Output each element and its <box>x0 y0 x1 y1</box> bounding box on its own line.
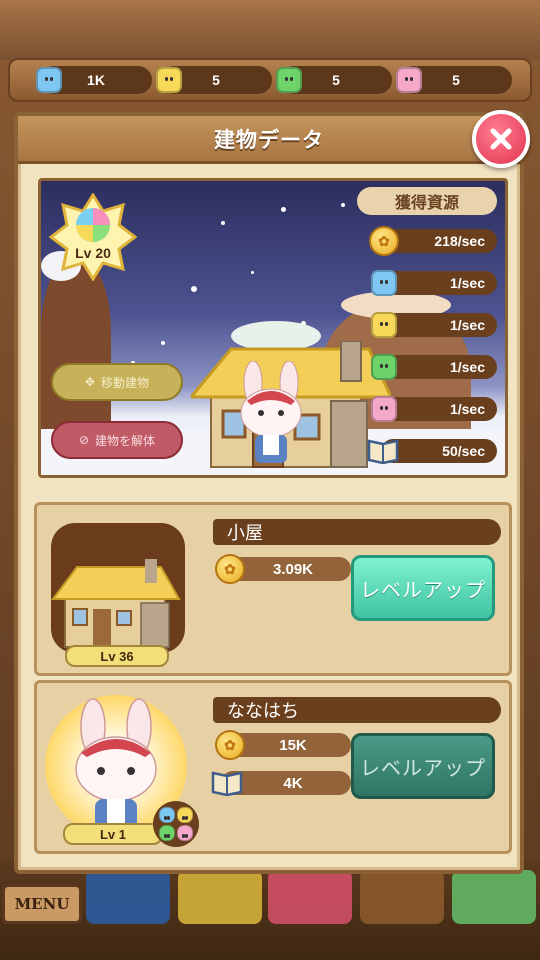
demolish-building-label: 建物を解体 <box>95 433 156 448</box>
gain-title: 獲得資源 <box>357 187 497 215</box>
resource-bar: 1K 5 5 5 <box>8 58 532 102</box>
book-icon <box>367 436 399 464</box>
resource-value: 5 <box>212 72 220 88</box>
character-name: ななはち <box>213 697 501 723</box>
gain-row-pink: 1/sec <box>371 396 497 422</box>
building-level-badge: Lv 20 <box>48 192 138 282</box>
building-levelup-button[interactable]: レベルアップ <box>351 555 495 621</box>
character-info-card: Lv 1 ななはち ✿ 15K 4K レベルアップ <box>34 680 512 854</box>
blue-critter-icon <box>36 67 62 93</box>
pink-critter-icon <box>371 396 397 422</box>
building-name: 小屋 <box>213 519 501 545</box>
gain-rate: 1/sec <box>449 359 485 375</box>
nav-tab-clover[interactable] <box>360 870 444 924</box>
gain-row-blue: 1/sec <box>371 270 497 296</box>
move-building-button[interactable]: ✥ 移動建物 <box>51 363 183 401</box>
modal-title: 建物データ <box>214 127 324 152</box>
building-cost: ✿ 3.09K <box>215 554 351 584</box>
move-arrows-icon: ✥ <box>84 375 96 389</box>
paw-coin-icon: ✿ <box>369 226 399 256</box>
background-top-bar <box>0 0 540 60</box>
resource-blue: 1K <box>36 66 152 94</box>
menu-button[interactable]: MENU <box>2 884 82 924</box>
character-book-cost: 4K <box>211 771 351 796</box>
gain-rate: 1/sec <box>449 401 485 417</box>
close-icon <box>490 128 512 150</box>
gain-row-coins: ✿ 218/sec <box>369 226 497 256</box>
gain-rate: 1/sec <box>449 317 485 333</box>
paw-coin-icon: ✿ <box>215 554 245 584</box>
building-scene: Lv 20 獲得資源 ✿ 218/sec 1/sec 1/sec 1/sec 1… <box>38 178 508 478</box>
move-building-label: 移動建物 <box>101 375 150 390</box>
gain-row-yellow: 1/sec <box>371 312 497 338</box>
building-info-card: Lv 36 小屋 ✿ 3.09K レベルアップ <box>34 502 512 676</box>
nav-tab-shop[interactable] <box>452 870 536 924</box>
close-button[interactable] <box>472 110 530 168</box>
building-portrait <box>51 523 185 653</box>
blue-critter-icon <box>371 270 397 296</box>
building-level-tag: Lv 36 <box>65 645 169 667</box>
gain-rate: 1/sec <box>449 275 485 291</box>
nav-tab-snow[interactable] <box>86 870 170 924</box>
gain-row-green: 1/sec <box>371 354 497 380</box>
green-critter-icon <box>276 67 302 93</box>
building-cost-value: 3.09K <box>272 560 314 578</box>
nav-tab-face[interactable] <box>268 870 352 924</box>
resource-green: 5 <box>276 66 392 94</box>
gain-rate: 218/sec <box>434 233 485 249</box>
resource-value: 5 <box>332 72 340 88</box>
character-levelup-button[interactable]: レベルアップ <box>351 733 495 799</box>
gain-row-books: 50/sec <box>367 439 497 464</box>
bunny-character <box>231 360 311 471</box>
critter-set-icon <box>153 801 199 847</box>
prohibit-icon: ⊘ <box>78 433 90 447</box>
resource-pink: 5 <box>396 66 512 94</box>
demolish-building-button[interactable]: ⊘ 建物を解体 <box>51 421 183 459</box>
paw-coin-icon: ✿ <box>215 730 245 760</box>
green-critter-icon <box>371 354 397 380</box>
yellow-critter-icon <box>156 67 182 93</box>
resource-value: 1K <box>87 72 105 88</box>
gain-rate: 50/sec <box>442 443 485 459</box>
resource-yellow: 5 <box>156 66 272 94</box>
character-coin-cost: ✿ 15K <box>215 730 351 760</box>
yellow-critter-icon <box>371 312 397 338</box>
book-icon <box>211 768 243 796</box>
pink-critter-icon <box>396 67 422 93</box>
resource-value: 5 <box>452 72 460 88</box>
character-coin-value: 15K <box>279 736 307 754</box>
building-data-modal: 建物データ Lv 20 獲得資源 ✿ 218/sec 1/sec 1/sec 1… <box>14 110 530 874</box>
character-level-tag: Lv 1 <box>63 823 163 845</box>
nav-tab-cat[interactable] <box>178 870 262 924</box>
character-book-value: 4K <box>283 774 303 792</box>
building-level-text: Lv 20 <box>75 245 111 261</box>
modal-header: 建物データ <box>18 116 520 164</box>
